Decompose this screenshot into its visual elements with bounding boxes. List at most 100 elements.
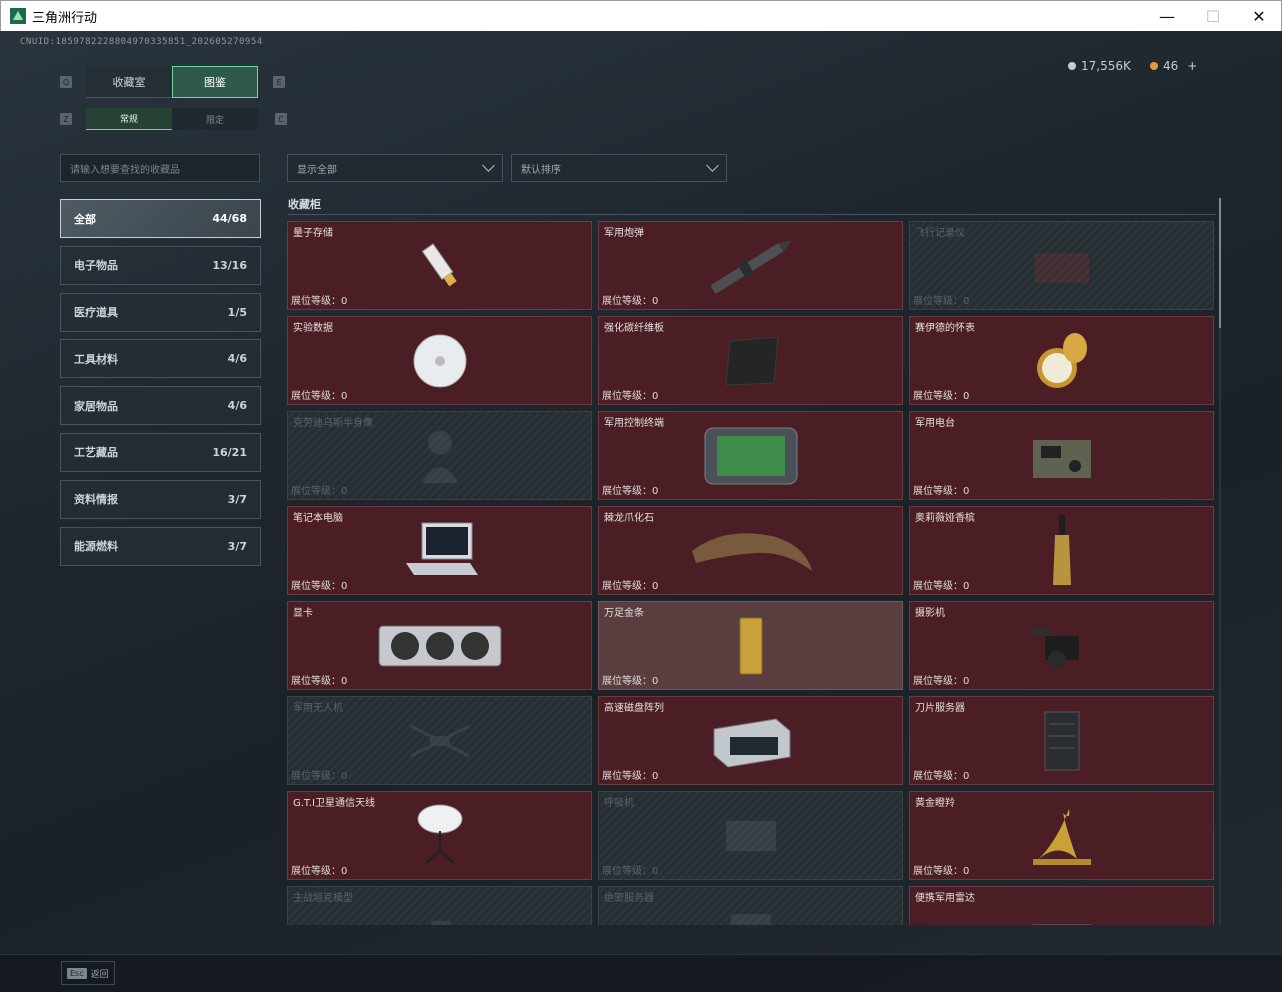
graphics-card-icon xyxy=(370,606,510,686)
item-name: 军用控制终端 xyxy=(604,418,664,429)
booth-level: 展位等级：0 xyxy=(291,866,348,877)
minimize-button[interactable]: — xyxy=(1144,1,1190,31)
gold-bar-icon xyxy=(681,606,821,686)
collection-card[interactable]: 笔记本电脑 展位等级：0 xyxy=(287,506,592,595)
back-button[interactable]: Esc 返回 xyxy=(61,961,115,985)
collection-card[interactable]: 刀片服务器展位等级：0 xyxy=(909,696,1214,785)
booth-level: 展位等级：0 xyxy=(602,676,659,687)
collection-card[interactable]: 强化碳纤维板 展位等级：0 xyxy=(598,316,903,405)
collection-card[interactable]: 军用炮弹 展位等级：0 xyxy=(598,221,903,310)
prev-tab-key[interactable]: Q xyxy=(60,76,72,88)
subtab-limited[interactable]: 限定 xyxy=(172,108,258,130)
tab-catalog[interactable]: 图鉴 xyxy=(172,66,258,98)
radar-icon xyxy=(992,891,1132,925)
item-name: 刀片服务器 xyxy=(915,703,965,714)
booth-level: 展位等级：0 xyxy=(291,676,348,687)
collection-card[interactable]: 绝密服务器展位等级：0 xyxy=(598,886,903,925)
category-count: 4/6 xyxy=(227,352,247,366)
collection-card[interactable]: 实验数据 展位等级：0 xyxy=(287,316,592,405)
maximize-button[interactable]: ☐ xyxy=(1190,1,1236,31)
booth-level: 展位等级：0 xyxy=(913,676,970,687)
item-name: 显卡 xyxy=(293,608,313,619)
category-item[interactable]: 工艺藏品 16/21 xyxy=(60,432,261,472)
collection-card[interactable]: 主战坦克模型展位等级：0 xyxy=(287,886,592,925)
collection-card[interactable]: 显卡展位等级：0 xyxy=(287,601,592,690)
collection-grid: 量子存储 展位等级：0 军用炮弹 展位等级：0 飞行记录仪 展位等级：0 实验数据 展位等级：… xyxy=(287,221,1217,925)
main-tabs: 收藏室 图鉴 xyxy=(86,66,258,98)
sort-dropdown[interactable]: 默认排序 xyxy=(511,154,727,182)
collection-card[interactable]: 奥莉薇娅香槟 展位等级：0 xyxy=(909,506,1214,595)
collection-card[interactable]: 飞行记录仪展位等级：0 xyxy=(909,221,1214,310)
collection-card[interactable]: 棘龙爪化石 展位等级：0 xyxy=(598,506,903,595)
category-label: 医疗道具 xyxy=(74,306,118,320)
game-viewport: CNUID:1859782228804970335851_20260527095… xyxy=(0,31,1282,992)
next-subtab-key[interactable]: C xyxy=(275,113,287,125)
collection-card[interactable]: 军用无人机 展位等级：0 xyxy=(287,696,592,785)
booth-level: 展位等级：0 xyxy=(913,771,970,782)
category-item[interactable]: 全部 44/68 xyxy=(60,199,261,238)
category-label: 电子物品 xyxy=(74,259,118,273)
collection-card[interactable]: 黄金瞪羚 展位等级：0 xyxy=(909,791,1214,880)
collection-card[interactable]: 军用电台 展位等级：0 xyxy=(909,411,1214,500)
category-count: 16/21 xyxy=(212,445,247,459)
server-icon xyxy=(681,891,821,925)
collection-card[interactable]: 高速磁盘阵列 展位等级：0 xyxy=(598,696,903,785)
category-list: 全部 44/68 电子物品 13/16 医疗道具 1/5 工具材料 4/6 家居物品 4/6 工艺藏… xyxy=(60,199,261,573)
close-button[interactable]: ✕ xyxy=(1236,1,1282,31)
item-name: 高速磁盘阵列 xyxy=(604,703,664,714)
booth-level: 展位等级：0 xyxy=(913,296,970,307)
grid-scrollbar-thumb[interactable] xyxy=(1219,198,1221,328)
flight-recorder-icon xyxy=(992,226,1132,306)
category-item[interactable]: 家居物品 4/6 xyxy=(60,386,261,426)
booth-level: 展位等级：0 xyxy=(291,486,348,497)
collection-card[interactable]: 量子存储展位等级：0 xyxy=(287,221,592,310)
category-count: 13/16 xyxy=(212,258,247,272)
item-name: 军用电台 xyxy=(915,418,955,429)
category-item[interactable]: 工具材料 4/6 xyxy=(60,339,261,379)
disk-array-icon xyxy=(681,701,821,781)
collection-card[interactable]: 摄影机 展位等级：0 xyxy=(909,601,1214,690)
prev-subtab-key[interactable]: Z xyxy=(60,113,72,125)
booth-level: 展位等级：0 xyxy=(291,296,348,307)
item-name: 量子存储 xyxy=(293,228,333,239)
search-input[interactable]: 请输入想要查找的收藏品 xyxy=(60,154,260,182)
window-titlebar: 三角洲行动 — ☐ ✕ xyxy=(0,0,1282,31)
category-label: 工具材料 xyxy=(74,352,118,366)
booth-level: 展位等级：0 xyxy=(602,296,659,307)
collection-grid-viewport[interactable]: 量子存储 展位等级：0 军用炮弹 展位等级：0 飞行记录仪 展位等级：0 实验数据 展位等级：… xyxy=(287,221,1217,925)
category-item[interactable]: 能源燃料 3/7 xyxy=(60,526,261,566)
item-name: 飞行记录仪 xyxy=(915,228,965,239)
booth-level: 展位等级：0 xyxy=(913,391,970,402)
item-name: 呼吸机 xyxy=(604,798,634,809)
category-item[interactable]: 资料情报 3/7 xyxy=(60,479,261,519)
claw-fossil-icon xyxy=(681,511,821,591)
category-label: 家居物品 xyxy=(74,399,118,413)
item-name: 万足金条 xyxy=(604,608,644,619)
category-item[interactable]: 医疗道具 1/5 xyxy=(60,292,261,332)
gold-coin-icon xyxy=(1150,62,1158,70)
category-item[interactable]: 电子物品 13/16 xyxy=(60,245,261,285)
collection-card[interactable]: 呼吸机 展位等级：0 xyxy=(598,791,903,880)
laptop-icon xyxy=(370,511,510,591)
booth-level: 展位等级：0 xyxy=(291,771,348,782)
collection-card[interactable]: 赛伊德的怀表 展位等级：0 xyxy=(909,316,1214,405)
category-label: 资料情报 xyxy=(74,493,118,507)
collection-card[interactable]: 克劳迪乌斯半身像 展位等级：0 xyxy=(287,411,592,500)
back-label: 返回 xyxy=(90,969,109,980)
category-count: 3/7 xyxy=(227,492,247,506)
next-tab-key[interactable]: E xyxy=(273,76,285,88)
add-currency-button[interactable]: + xyxy=(1187,59,1197,73)
pocket-watch-icon xyxy=(992,321,1132,401)
subtab-regular[interactable]: 常规 xyxy=(86,108,172,130)
collection-card[interactable]: 军用控制终端 展位等级：0 xyxy=(598,411,903,500)
sub-tabs: 常规 限定 xyxy=(86,108,258,130)
collection-card[interactable]: G.T.I卫星通信天线 展位等级：0 xyxy=(287,791,592,880)
item-name: 强化碳纤维板 xyxy=(604,323,664,334)
collection-card[interactable]: 万足金条展位等级：0 xyxy=(598,601,903,690)
uid-label: CNUID:1859782228804970335851_20260527095… xyxy=(20,37,263,47)
display-filter-dropdown[interactable]: 显示全部 xyxy=(287,154,503,182)
camera-icon xyxy=(992,606,1132,686)
tab-collection-room[interactable]: 收藏室 xyxy=(86,66,172,98)
bottom-bar: Esc 返回 xyxy=(0,954,1282,992)
collection-card[interactable]: 便携军用雷达展位等级：0 xyxy=(909,886,1214,925)
